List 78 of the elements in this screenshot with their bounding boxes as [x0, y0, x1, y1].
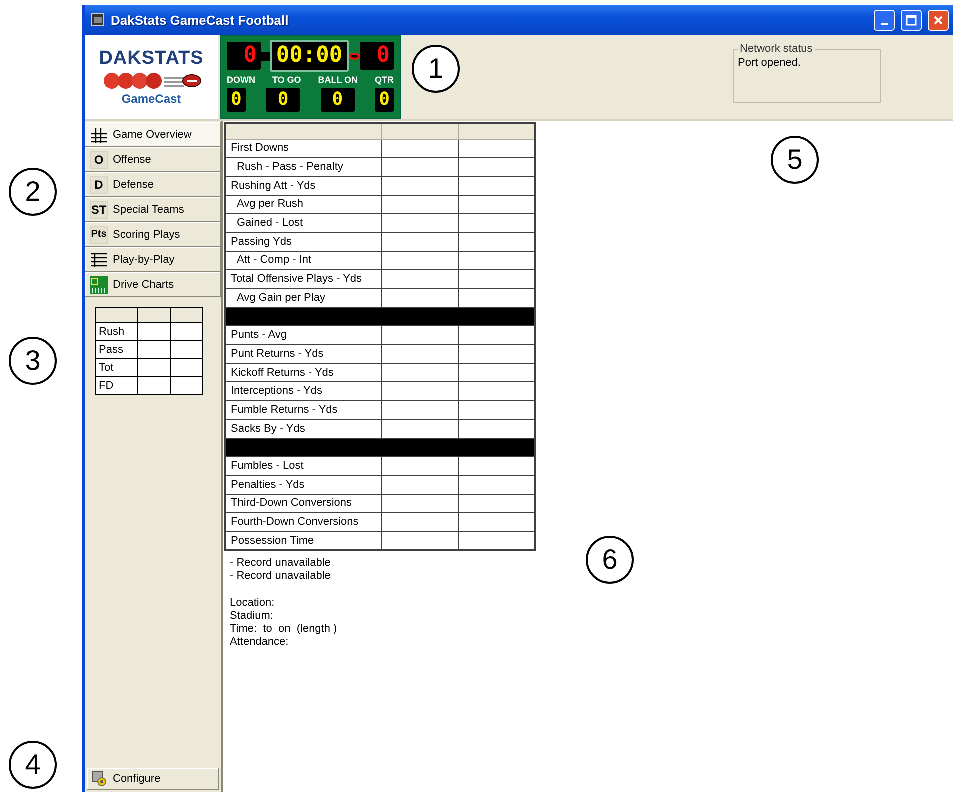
scoreboard-label: BALL ON: [318, 75, 358, 85]
record-note: - Record unavailable: [230, 570, 331, 584]
stat-label: Fumble Returns - Yds: [225, 400, 382, 420]
window-title: DakStats GameCast Football: [111, 12, 290, 28]
game-clock: 00:00: [270, 40, 349, 72]
row-label: FD: [96, 376, 138, 394]
scoreboard-value: 0: [375, 88, 394, 112]
close-icon: [933, 14, 944, 26]
brand-name: DAKSTATS: [99, 48, 204, 70]
letter-icon: O: [90, 150, 108, 168]
callout-number: 3: [9, 337, 57, 385]
stat-label: Fumbles - Lost: [225, 456, 382, 476]
game-info-line: Stadium:: [230, 610, 274, 624]
stat-label: Rushing Att - Yds: [225, 176, 382, 196]
list-icon: [90, 250, 108, 268]
game-info-line: Time: to on (length ): [230, 623, 338, 636]
nav-button[interactable]: Play-by-Play: [85, 247, 221, 272]
stat-label: Att - Comp - Int: [225, 251, 382, 270]
stat-label: Penalties - Yds: [225, 475, 382, 494]
table-cell: [170, 358, 202, 376]
game-info-line: Attendance:: [230, 636, 289, 650]
maximize-icon: [906, 14, 917, 26]
row-label: Pass: [96, 340, 138, 358]
scoreboard-label: TO GO: [272, 75, 302, 85]
nav-button[interactable]: O Offense: [85, 147, 221, 172]
close-button[interactable]: [928, 10, 949, 30]
nav-button[interactable]: Game Overview: [85, 122, 221, 147]
table-cell: [138, 376, 170, 394]
app-icon: [91, 13, 105, 27]
row-label: Rush: [96, 322, 138, 340]
table-cell: [170, 340, 202, 358]
minimize-icon: [881, 23, 888, 25]
nav-button[interactable]: Pts Scoring Plays: [85, 222, 221, 247]
scoreboard-label: QTR: [375, 75, 394, 85]
chart-icon: [90, 276, 108, 294]
minimize-button[interactable]: [874, 10, 895, 30]
stat-label: Avg per Rush: [225, 195, 382, 214]
stat-label: Gained - Lost: [225, 214, 382, 232]
callout-number: 2: [9, 168, 57, 216]
stat-label: Total Offensive Plays - Yds: [225, 270, 382, 288]
stat-label: Sacks By - Yds: [225, 419, 382, 438]
home-score: 0: [227, 42, 261, 70]
scoreboard-value: 0: [227, 88, 246, 112]
product-name: GameCast: [122, 92, 182, 106]
away-score: 0: [360, 42, 394, 70]
stat-label: Rush - Pass - Penalty: [225, 158, 382, 176]
nav-button[interactable]: Drive Charts: [85, 272, 221, 297]
stat-label: Third-Down Conversions: [225, 494, 382, 513]
stat-label: Fourth-Down Conversions: [225, 512, 382, 532]
stat-label: Kickoff Returns - Yds: [225, 363, 382, 382]
letter-icon: ST: [90, 200, 108, 218]
record-note: - Record unavailable: [230, 557, 331, 570]
dash-icon: [261, 52, 270, 60]
status-message: Port opened.: [738, 57, 802, 69]
scoreboard-label: DOWN: [227, 75, 256, 85]
stat-label: Punts - Avg: [225, 326, 382, 345]
configure-button[interactable]: Configure: [87, 768, 219, 790]
nav-button[interactable]: ST Special Teams: [85, 197, 221, 222]
maximize-button[interactable]: [901, 10, 922, 30]
stat-label: First Downs: [225, 139, 382, 158]
nav-button[interactable]: D Defense: [85, 172, 221, 197]
group-title: Network status: [739, 43, 814, 55]
stat-label: Punt Returns - Yds: [225, 344, 382, 364]
callout-number: 4: [9, 741, 57, 789]
letter-icon: D: [90, 176, 108, 194]
scoreboard-value: 0: [320, 88, 355, 112]
stat-label: Avg Gain per Play: [225, 288, 382, 308]
stat-label: Interceptions - Yds: [225, 382, 382, 401]
grid-icon: [90, 126, 108, 144]
table-cell: [138, 358, 170, 376]
gear-icon: [92, 771, 108, 787]
row-label: Tot: [96, 358, 138, 376]
game-info-line: Location:: [230, 597, 275, 610]
stat-label: Passing Yds: [225, 232, 382, 252]
letter-icon: Pts: [90, 226, 108, 244]
table-cell: [170, 376, 202, 394]
scoreboard-value: 0: [266, 88, 300, 112]
table-cell: [138, 340, 170, 358]
